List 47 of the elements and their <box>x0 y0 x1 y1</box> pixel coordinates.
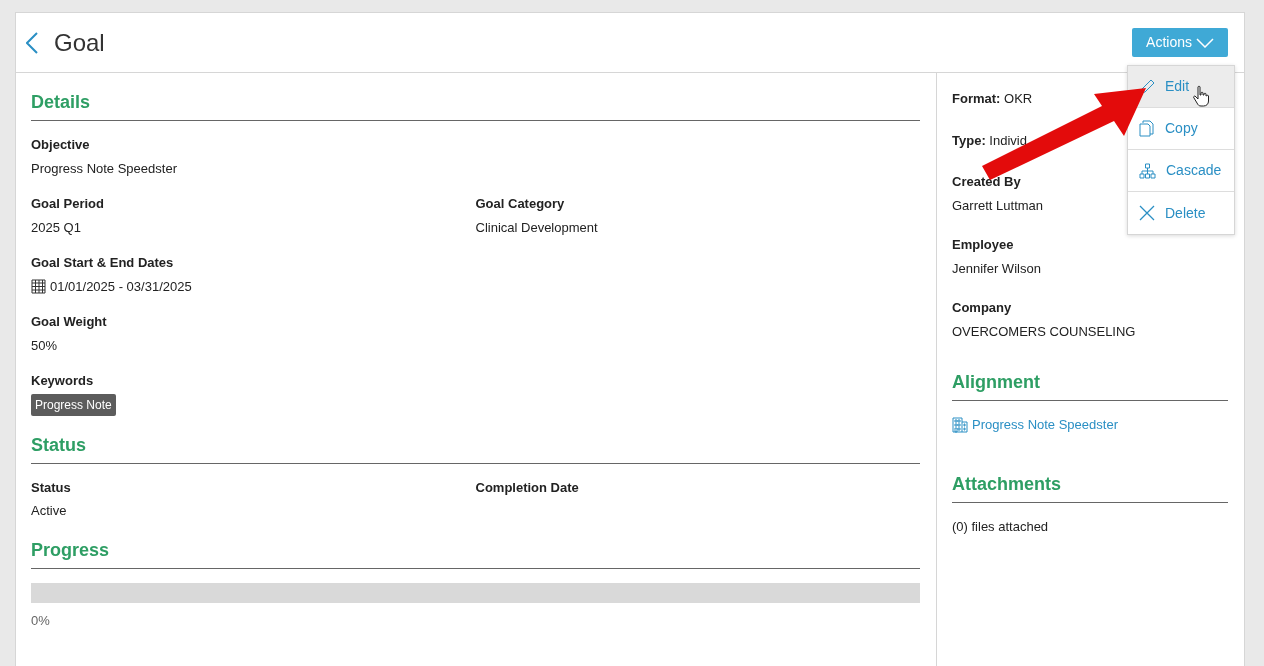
progress-reading: 0% <box>31 611 51 630</box>
field-label: Type: <box>952 132 986 148</box>
section-heading: Details <box>31 89 920 121</box>
section-heading: Status <box>31 431 920 464</box>
close-icon <box>1139 205 1155 221</box>
field-value: OVERCOMERS COUNSELING <box>952 322 1136 341</box>
menu-item[interactable]: Delete <box>1128 192 1234 234</box>
field-label: Objective <box>31 136 91 154</box>
attachments-text: (0) files attached <box>952 517 1050 536</box>
alignment-link[interactable]: Progress Note Speedster <box>972 415 1118 435</box>
field-label: Status <box>31 478 72 497</box>
keyword-tag: Progress Note <box>31 393 116 416</box>
field-value: 50% <box>31 336 58 355</box>
field-value: Clinical Development <box>475 218 598 237</box>
field-label: Employee <box>952 236 1015 254</box>
section-heading: Alignment <box>952 369 1228 401</box>
field-label: Goal Period <box>31 195 105 213</box>
page-title: Goal <box>54 27 105 58</box>
menu-item[interactable]: Edit <box>1128 66 1234 108</box>
calendar-icon <box>31 278 46 294</box>
field-value: 01/01/2025 - 03/31/2025 <box>50 277 192 296</box>
field-label: Created By <box>952 173 1022 191</box>
field-value: 2025 Q1 <box>31 218 81 237</box>
back-icon[interactable] <box>26 31 38 54</box>
menu-item[interactable]: Copy <box>1128 108 1234 150</box>
section-heading: Progress <box>31 536 920 569</box>
hand-cursor-icon <box>1193 85 1209 107</box>
field-label: Completion Date <box>475 478 580 497</box>
field-label: Format: <box>952 91 1001 106</box>
hierarchy-icon <box>1139 162 1156 179</box>
field-value: Progress Note Speedster <box>31 159 177 178</box>
field-value: Garrett Luttman <box>952 196 1044 215</box>
field-label: Company <box>952 299 1013 317</box>
menu-item[interactable]: Cascade <box>1128 150 1234 192</box>
actions-button[interactable]: Actions <box>1132 28 1228 57</box>
field-value: OKR <box>1004 91 1033 106</box>
section-heading: Attachments <box>952 470 1228 503</box>
field-value: Individ <box>989 132 1027 148</box>
field-value: Active <box>31 502 67 520</box>
chevron-icon <box>1196 37 1214 48</box>
copy-icon <box>1139 120 1155 137</box>
building-icon <box>952 416 968 433</box>
field-label: Goal Weight <box>31 313 108 331</box>
field-label: Goal Start & End Dates <box>31 254 175 272</box>
field-label: Keywords <box>31 372 95 390</box>
field-value: Jennifer Wilson <box>952 259 1041 278</box>
field-label: Goal Category <box>475 195 566 213</box>
